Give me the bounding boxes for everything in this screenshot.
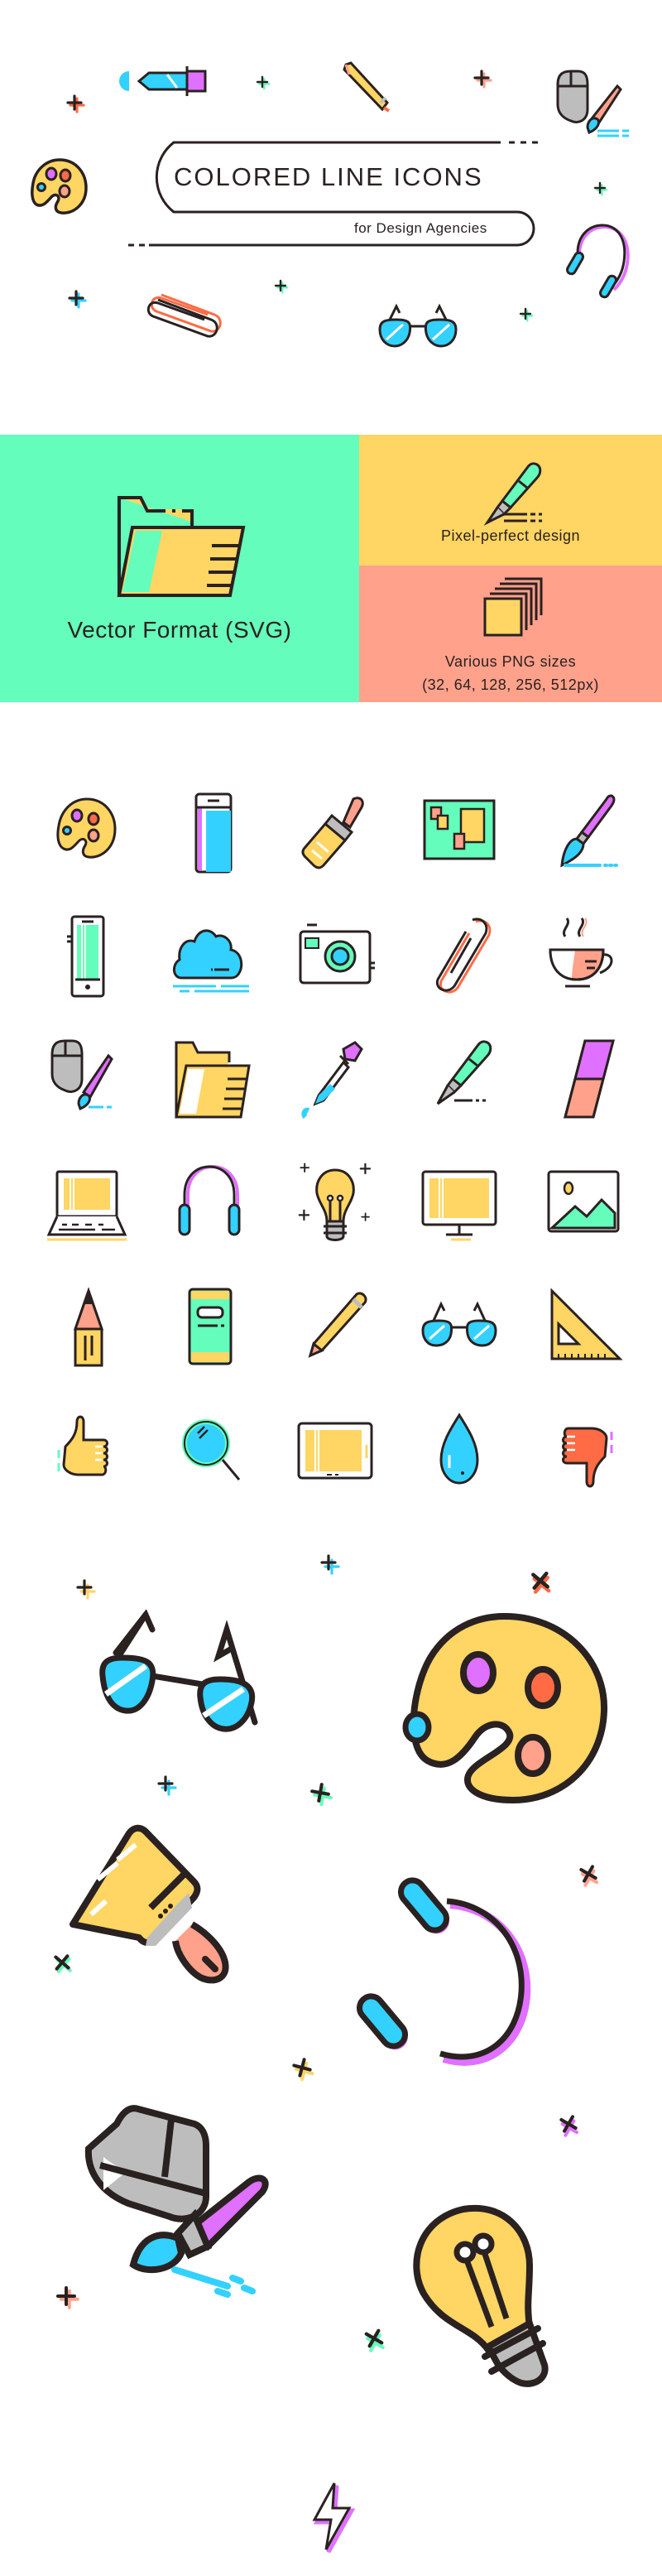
triangle-ruler-icon: [550, 1288, 623, 1360]
palette-icon: [402, 1612, 608, 1804]
pencil-tip-icon: [73, 1287, 104, 1367]
sparkle-icon: [48, 1948, 78, 1979]
headphones-icon: [357, 1877, 531, 2066]
light-bulb-icon: [413, 2204, 549, 2387]
sparkle-icon: [555, 2111, 583, 2141]
mouse-brush-icon: [50, 1039, 113, 1110]
sparkle-icon: [56, 2286, 79, 2309]
dropper-icon: [301, 1041, 363, 1119]
features-section: Vector Format (SVG) Pixel-perfect design…: [0, 435, 662, 702]
pencil-icon: [308, 1292, 367, 1358]
sparkle-icon: [66, 94, 85, 113]
feature-png-panel: Various PNG sizes (32, 64, 128, 256, 512…: [359, 566, 662, 702]
lightning-icon: [312, 2482, 356, 2554]
sparkle-icon: [361, 2325, 387, 2352]
sparkle-icon: [68, 290, 87, 309]
notebook-icon: [188, 1288, 233, 1365]
glasses-icon: [99, 1609, 258, 1732]
thumbs-up-icon: [57, 1415, 108, 1476]
monitor-icon: [421, 1170, 497, 1241]
stacked-pages-icon: [483, 577, 543, 637]
hero-subtitle: for Design Agencies: [354, 220, 487, 236]
feature-png-label-line1: Various PNG sizes: [444, 653, 577, 670]
magnifier-icon: [182, 1419, 241, 1481]
image-icon: [547, 1170, 620, 1233]
sparkle-icon: [157, 1775, 177, 1796]
pencil-icon: [343, 61, 391, 113]
laptop-icon: [46, 1170, 127, 1241]
paint-brush-icon: [301, 797, 364, 869]
sparkle-icon: [256, 75, 271, 90]
smartphone-icon: [67, 915, 105, 998]
feature-pixel-label: Pixel-perfect design: [440, 527, 581, 544]
sparkle-icon: [309, 1781, 334, 1808]
paperclip-icon: [146, 293, 222, 338]
coffee-cup-icon: [549, 917, 613, 988]
water-drop-icon: [439, 1413, 479, 1485]
fountain-pen-icon: [483, 462, 542, 526]
sparkle-icon: [519, 307, 534, 322]
sparkle-icon: [76, 1579, 96, 1600]
headphones-icon: [178, 1164, 241, 1236]
mouse-brush-icon: [556, 70, 629, 137]
folder-icon: [117, 496, 246, 597]
fountain-pen-icon: [436, 1040, 492, 1105]
cloud-icon: [173, 929, 249, 993]
hero-title: COLORED LINE ICONS: [174, 162, 483, 191]
feature-pixel-panel: Pixel-perfect design: [359, 435, 662, 566]
sparkle-icon: [320, 1554, 340, 1575]
paint-brush-icon: [70, 1824, 229, 1984]
mood-board-icon: [423, 799, 496, 860]
glasses-icon: [421, 1301, 497, 1347]
sparkle-icon: [575, 1861, 603, 1891]
sparkle-icon: [473, 70, 492, 89]
headphones-icon: [566, 224, 630, 299]
book-icon: [194, 792, 233, 874]
feature-vector-label: Vector Format (SVG): [67, 617, 292, 643]
paperclip-icon: [435, 917, 492, 994]
art-brush-icon: [560, 794, 618, 868]
mouse-brush-icon: [84, 2105, 269, 2298]
eraser-icon: [564, 1039, 615, 1119]
sparkle-icon: [274, 279, 289, 294]
light-bulb-icon: [298, 1163, 372, 1241]
sparkle-icon: [290, 2055, 316, 2083]
dropper-icon: [119, 66, 207, 96]
folder-icon: [175, 1041, 251, 1119]
feature-png-label-line2: (32, 64, 128, 256, 512px): [422, 677, 599, 693]
palette-icon: [56, 797, 117, 859]
tablet-icon: [297, 1422, 373, 1480]
feature-png-label: Various PNG sizes (32, 64, 128, 256, 512…: [359, 650, 662, 696]
sparkle-icon: [593, 181, 608, 196]
camera-icon: [299, 923, 375, 985]
thumbs-down-icon: [562, 1427, 613, 1488]
palette-icon: [31, 158, 88, 214]
glasses-icon: [378, 303, 458, 348]
feature-vector-panel: Vector Format (SVG): [0, 435, 359, 702]
sparkle-icon: [526, 1567, 554, 1595]
